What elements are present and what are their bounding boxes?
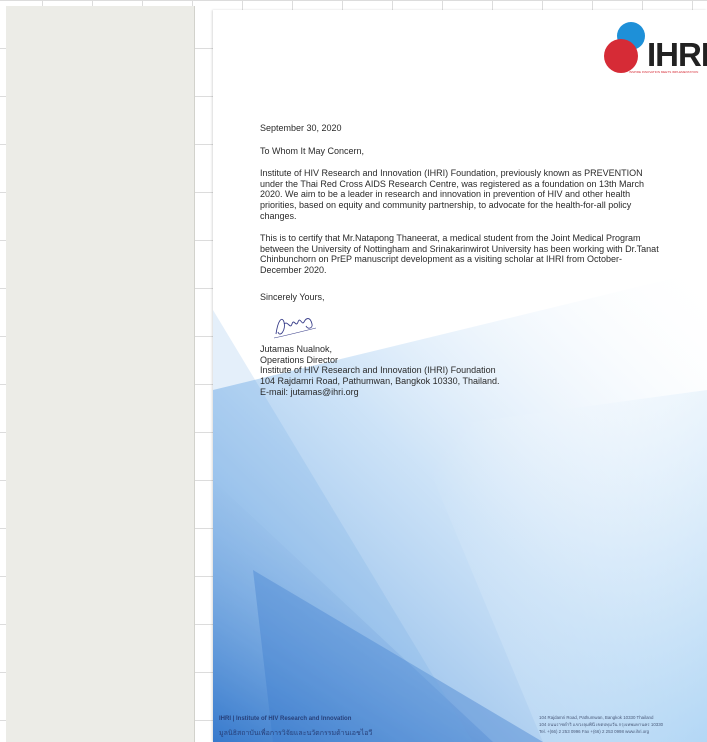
signer-name: Jutamas Nualnok,	[260, 344, 333, 355]
logo-text: IHRI	[647, 36, 707, 73]
signature-image	[273, 318, 317, 339]
footer-address-th: 104 ถนนราชดำริ แขวงลุมพินี เขตปทุมวัน กร…	[539, 722, 664, 727]
signer-email: E-mail: jutamas@ihri.org	[260, 386, 359, 397]
letterhead-footer: IHRI | Institute of HIV Research and Inn…	[219, 710, 707, 740]
signer-organization: Institute of HIV Research and Innovation…	[260, 365, 496, 376]
signer-title: Operations Director	[260, 354, 339, 365]
paragraph-certification: This is to certify that Mr.Natapong Than…	[260, 233, 659, 275]
ihri-logo: IHRI INSPIRE INNOVATION MEETS IMPLEMENTA…	[603, 22, 707, 82]
footer-address-en: 104 Rajdamri Road, Pathumwan, Bangkok 10…	[539, 715, 654, 720]
logo-tagline: INSPIRE INNOVATION MEETS IMPLEMENTATION	[629, 70, 699, 74]
closing: Sincerely Yours,	[260, 291, 325, 302]
salutation: To Whom It May Concern,	[260, 145, 365, 156]
footer-contact: Tel. +(66) 2 253 0996 Fax +(66) 2 253 09…	[539, 729, 650, 734]
footer-address: 104 Rajdamri Road, Pathumwan, Bangkok 10…	[539, 714, 663, 735]
footer-org-name-thai: มูลนิธิสถาบันเพื่อการวิจัยและนวัตกรรมด้า…	[219, 730, 373, 737]
signer-address: 104 Rajdamri Road, Pathumwan, Bangkok 10…	[260, 375, 500, 386]
letter-page: IHRI INSPIRE INNOVATION MEETS IMPLEMENTA…	[213, 10, 707, 742]
letter-body: September 30, 2020 To Whom It May Concer…	[260, 123, 660, 397]
paragraph-intro: Institute of HIV Research and Innovation…	[260, 168, 645, 221]
letter-date: September 30, 2020	[260, 123, 342, 133]
footer-org-name: IHRI | Institute of HIV Research and Inn…	[219, 716, 352, 722]
left-panel	[6, 6, 195, 742]
